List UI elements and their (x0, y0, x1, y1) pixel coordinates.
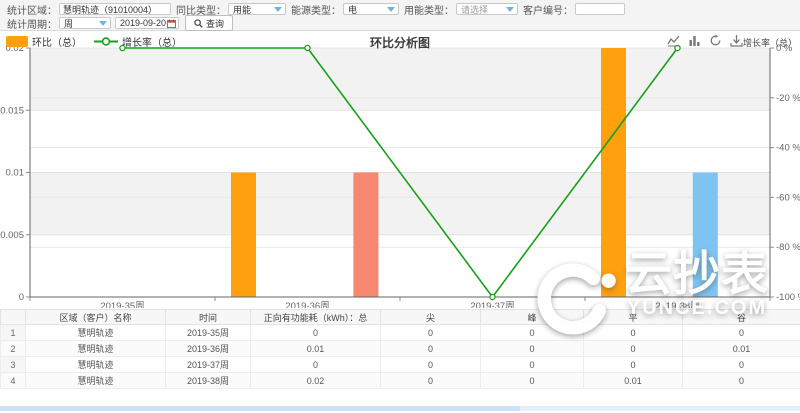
svg-text:0.01: 0.01 (6, 168, 25, 179)
customer-no-label: 客户编号： (523, 2, 573, 17)
row-index-cell: 4 (1, 373, 26, 389)
scrollbar-thumb[interactable] (0, 406, 520, 411)
table-cell: 0.02 (251, 373, 381, 389)
table-cell: 0 (381, 341, 481, 357)
refresh-icon[interactable] (709, 34, 722, 47)
table-cell: 0.01 (683, 341, 800, 357)
table-row[interactable]: 4慧明轨迹2019-38周0.02000.010 (1, 373, 800, 389)
column-header: 峰 (481, 310, 584, 325)
table-cell: 0 (683, 373, 800, 389)
svg-text:2019-35周: 2019-35周 (100, 301, 144, 308)
table-cell: 慧明轨迹 (26, 341, 166, 357)
period-select[interactable]: 周 (59, 17, 111, 29)
result-table: 区域（客户）名称时间正向有功能耗（kWh）：总尖峰平谷1慧明轨迹2019-35周… (0, 309, 800, 389)
row-index-cell: 1 (1, 325, 26, 341)
svg-text:2019-36周: 2019-36周 (285, 301, 329, 308)
date-value: 2019-09-20 (120, 18, 166, 28)
chevron-down-icon (506, 7, 514, 12)
column-header: 时间 (166, 310, 251, 325)
table-cell: 0 (481, 373, 584, 389)
column-header: 尖 (381, 310, 481, 325)
download-icon[interactable] (730, 34, 743, 47)
query-button[interactable]: 查询 (185, 15, 233, 31)
stat-area-input[interactable] (59, 3, 171, 15)
line-chart-toggle-icon[interactable] (667, 34, 680, 47)
table-cell: 0 (683, 325, 800, 341)
period-label: 统计周期： (7, 16, 57, 31)
table-cell: 0 (251, 325, 381, 341)
usage-type-placeholder: 请选择 (461, 3, 488, 16)
table-cell: 0 (481, 357, 584, 373)
svg-text:0: 0 (19, 292, 24, 303)
svg-text:-100 %: -100 % (776, 292, 800, 303)
right-axis-name: 增长率（总） (743, 36, 797, 49)
toolbar-row-2: 统计周期： 周 2019-09-20 查询 (2, 16, 800, 30)
table-cell: 慧明轨迹 (26, 325, 166, 341)
filter-toolbar: 统计区域： 同比类型： 用能 能源类型： 电 用能类型： 请选择 客户编号： 统… (0, 0, 800, 31)
svg-text:-60 %: -60 % (776, 192, 800, 203)
table-cell: 2019-35周 (166, 325, 251, 341)
table-cell: 0 (381, 357, 481, 373)
table-row[interactable]: 3慧明轨迹2019-37周00000 (1, 357, 800, 373)
date-picker[interactable]: 2019-09-20 (115, 17, 179, 29)
search-icon (194, 19, 203, 28)
table-cell: 慧明轨迹 (26, 357, 166, 373)
table-cell: 0 (381, 325, 481, 341)
table-cell: 0 (584, 341, 683, 357)
column-header: 正向有功能耗（kWh）：总 (251, 310, 381, 325)
chart-header: 环比（总） 增长率（总） 环比分析图 (0, 33, 800, 49)
table-cell: 2019-37周 (166, 357, 251, 373)
table-cell: 0 (683, 357, 800, 373)
customer-no-input[interactable] (575, 3, 625, 15)
row-index-cell: 2 (1, 341, 26, 357)
chevron-down-icon (387, 7, 395, 12)
energy-type-label: 能源类型： (291, 2, 341, 17)
table-cell: 0 (481, 341, 584, 357)
calendar-icon (167, 19, 176, 28)
table-row[interactable]: 1慧明轨迹2019-35周00000 (1, 325, 800, 341)
chevron-down-icon (99, 21, 107, 26)
usage-type-select[interactable]: 请选择 (456, 3, 518, 15)
chevron-down-icon (274, 7, 282, 12)
svg-text:0.015: 0.015 (0, 105, 24, 116)
column-header: 平 (584, 310, 683, 325)
table-cell: 0 (381, 373, 481, 389)
chart-panel: 0.020.0150.010.00500 %-20 %-40 %-60 %-80… (0, 31, 800, 308)
row-index-cell: 3 (1, 357, 26, 373)
stat-area-label: 统计区域： (7, 2, 57, 17)
table-cell: 0 (584, 357, 683, 373)
table-row[interactable]: 2慧明轨迹2019-36周0.010000.01 (1, 341, 800, 357)
column-header: 谷 (683, 310, 800, 325)
table-cell: 慧明轨迹 (26, 373, 166, 389)
column-header: 区域（客户）名称 (26, 310, 166, 325)
chart-toolbox (667, 34, 743, 47)
svg-text:-80 %: -80 % (776, 242, 800, 253)
svg-text:-20 %: -20 % (776, 93, 800, 104)
query-button-label: 查询 (206, 17, 224, 30)
table-cell: 2019-36周 (166, 341, 251, 357)
table-cell: 0.01 (251, 341, 381, 357)
table-cell: 2019-38周 (166, 373, 251, 389)
result-table-wrap: 区域（客户）名称时间正向有功能耗（kWh）：总尖峰平谷1慧明轨迹2019-35周… (0, 309, 800, 389)
svg-text:2019-38周: 2019-38周 (655, 301, 699, 308)
table-cell: 0 (481, 325, 584, 341)
bar-chart-toggle-icon[interactable] (688, 34, 701, 47)
yoy-type-value: 用能 (233, 3, 251, 16)
energy-type-select[interactable]: 电 (343, 3, 399, 15)
svg-text:2019-37周: 2019-37周 (470, 301, 514, 308)
table-cell: 0 (584, 325, 683, 341)
yoy-type-select[interactable]: 用能 (228, 3, 286, 15)
table-header-row: 区域（客户）名称时间正向有功能耗（kWh）：总尖峰平谷 (1, 310, 800, 325)
usage-type-label: 用能类型： (404, 2, 454, 17)
period-value: 周 (64, 17, 73, 30)
table-cell: 0.01 (584, 373, 683, 389)
svg-text:0.005: 0.005 (0, 230, 24, 241)
table-cell: 0 (251, 357, 381, 373)
svg-text:-40 %: -40 % (776, 143, 800, 154)
comparison-chart: 0.020.0150.010.00500 %-20 %-40 %-60 %-80… (0, 31, 800, 308)
toolbar-row-1: 统计区域： 同比类型： 用能 能源类型： 电 用能类型： 请选择 客户编号： (2, 2, 800, 16)
energy-type-value: 电 (348, 3, 357, 16)
horizontal-scrollbar[interactable] (0, 406, 800, 411)
column-header (1, 310, 26, 325)
